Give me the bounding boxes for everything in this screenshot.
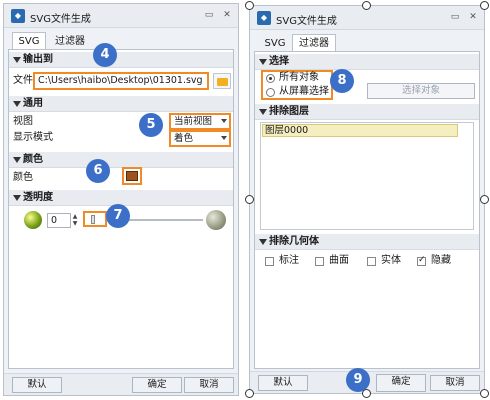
transparency-slider-thumb[interactable]	[83, 211, 107, 227]
section-exclude-geometry[interactable]: 排除几何体	[255, 234, 479, 250]
resize-handle-top-right[interactable]	[480, 1, 489, 10]
opaque-sphere-icon	[24, 211, 42, 229]
checkbox-annotation-label: 标注	[279, 255, 299, 266]
default-button[interactable]: 默认	[12, 377, 62, 393]
checkbox-surface-label: 曲面	[329, 255, 349, 266]
window-title: SVG文件生成	[30, 14, 91, 25]
app-icon: ◆	[257, 11, 271, 25]
restore-icon[interactable]: ▭	[202, 9, 216, 21]
section-output[interactable]: 输出到	[9, 52, 233, 68]
display-mode-select[interactable]: 着色	[169, 130, 231, 147]
resize-handle-bottom-left[interactable]	[245, 389, 254, 398]
ok-button[interactable]: 确定	[132, 377, 182, 393]
restore-icon[interactable]: ▭	[448, 11, 462, 23]
resize-handle-left[interactable]	[245, 195, 254, 204]
callout-badge-9: 9	[346, 368, 370, 392]
svg-dialog-right: ◆ SVG文件生成 ▭ ✕ SVG 过滤器 选择 所有对象 从屏幕选择 选择对象…	[249, 5, 485, 394]
radio-select-from-screen[interactable]	[266, 88, 275, 97]
slider-grip	[91, 215, 95, 224]
section-exclude-layers[interactable]: 排除图层	[255, 104, 479, 120]
resize-handle-top-left[interactable]	[245, 1, 254, 10]
resize-handle-top[interactable]	[362, 1, 371, 10]
file-label: 文件	[13, 75, 33, 86]
resize-handle-bottom-right[interactable]	[480, 389, 489, 398]
radio-select-from-screen-label: 从屏幕选择	[279, 86, 329, 97]
tab-filter[interactable]: 过滤器	[292, 34, 336, 52]
default-button[interactable]: 默认	[258, 375, 308, 391]
layer-list: 图层0000	[260, 122, 474, 230]
checkbox-surface[interactable]	[315, 257, 324, 266]
checkbox-annotation[interactable]	[265, 257, 274, 266]
ok-button[interactable]: 确定	[376, 374, 426, 392]
view-select-value: 当前视图	[174, 116, 213, 127]
color-picker[interactable]	[122, 167, 142, 185]
transparent-sphere-icon	[206, 210, 226, 230]
tab-svg[interactable]: SVG	[258, 34, 292, 52]
display-mode-label: 显示模式	[13, 132, 53, 143]
callout-badge-6: 6	[86, 159, 110, 183]
tab-filter[interactable]: 过滤器	[48, 32, 92, 50]
section-color[interactable]: 颜色	[9, 152, 233, 168]
view-label: 视图	[13, 116, 33, 127]
select-objects-button[interactable]: 选择对象	[367, 83, 475, 99]
callout-badge-8: 8	[330, 69, 354, 93]
callout-badge-7: 7	[106, 204, 130, 228]
checkbox-solid[interactable]	[367, 257, 376, 266]
checkbox-solid-label: 实体	[381, 255, 401, 266]
folder-browse-button[interactable]	[213, 73, 231, 89]
tab-svg[interactable]: SVG	[12, 32, 46, 50]
close-icon[interactable]: ✕	[220, 9, 234, 21]
app-icon: ◆	[11, 9, 25, 23]
callout-badge-4: 4	[93, 43, 117, 67]
cancel-button[interactable]: 取消	[184, 377, 234, 393]
section-general[interactable]: 通用	[9, 96, 233, 112]
transparency-input[interactable]: 0	[47, 213, 71, 228]
list-item[interactable]: 图层0000	[262, 124, 458, 137]
checkbox-hidden-label: 隐藏	[431, 255, 451, 266]
folder-icon	[217, 78, 228, 86]
transparency-spinner[interactable]: ▲ ▼	[71, 213, 79, 228]
chevron-down-icon	[221, 136, 227, 140]
color-swatch	[126, 171, 138, 181]
file-path-field[interactable]: C:\Users\haibo\Desktop\01301.svg	[33, 72, 209, 90]
color-label: 颜色	[13, 172, 33, 183]
callout-badge-5: 5	[139, 113, 163, 137]
radio-all-objects-label: 所有对象	[279, 72, 319, 83]
tab-body: 选择 所有对象 从屏幕选择 选择对象 排除图层 图层0000 排除几何体 标注 …	[254, 51, 480, 369]
chevron-down-icon	[221, 119, 227, 123]
section-select[interactable]: 选择	[255, 54, 479, 70]
display-mode-value: 着色	[174, 133, 194, 144]
title-bar: ◆ SVG文件生成 ▭ ✕	[4, 4, 238, 28]
resize-handle-right[interactable]	[480, 195, 489, 204]
svg-dialog-left: ◆ SVG文件生成 ▭ ✕ SVG 过滤器 输出到 文件 C:\Users\ha…	[3, 3, 239, 396]
view-select[interactable]: 当前视图	[169, 113, 231, 130]
cancel-button[interactable]: 取消	[430, 375, 480, 391]
footer: 默认 确定 取消	[4, 373, 238, 395]
close-icon[interactable]: ✕	[466, 11, 480, 23]
radio-all-objects[interactable]	[266, 74, 275, 83]
window-title: SVG文件生成	[276, 16, 337, 27]
checkbox-hidden[interactable]	[417, 255, 426, 266]
